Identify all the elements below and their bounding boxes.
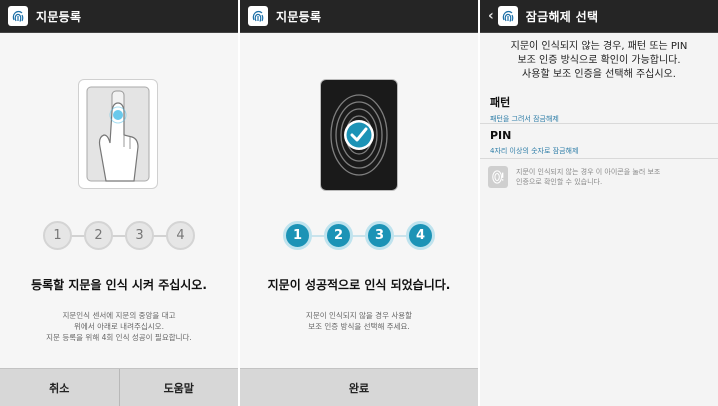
step-3: 3 [365,221,394,250]
unlock-method-screen: ‹ 잠금해제 선택 지문이 인식되지 않는 경우, 패턴 또는 PIN 보조 인… [480,0,718,406]
success-subtext: 지문이 인식되지 않을 경우 사용할 보조 인증 방식을 선택해 주세요. [250,310,468,332]
step-2: 2 [324,221,353,250]
finger-swipe-illustration [78,79,158,189]
bottom-button-bar: 취소 도움말 [0,368,238,406]
instruction-subtext: 지문인식 센서에 지문의 중앙을 대고 위에서 아래로 내려주십시오. 지문 등… [10,310,228,343]
instruction-headline: 등록할 지문을 인식 시켜 주십시오. [31,278,207,292]
subtext-line: 보조 인증 방식을 선택해 주세요. [308,322,410,331]
step-connector [57,235,181,237]
app-bar: 지문등록 [240,0,478,33]
subtext-line: 지문인식 센서에 지문의 중앙을 대고 [62,311,176,320]
app-bar: 지문등록 [0,0,238,33]
page-title: 지문등록 [36,9,82,24]
app-bar: ‹ 잠금해제 선택 [480,0,718,33]
page-title: 지문등록 [276,9,322,24]
subtext-line: 위에서 아래로 내려주십시오. [74,322,164,331]
step-4: 4 [406,221,435,250]
fingerprint-help-note: 지문이 인식되지 않는 경우 이 아이콘을 눌러 보조 인증으로 확인할 수 있… [488,166,710,188]
note-line: 지문이 인식되지 않는 경우 이 아이콘을 눌러 보조 [516,168,661,176]
option-subtitle: 4자리 이상의 숫자로 잠금해제 [490,147,579,155]
cancel-button[interactable]: 취소 [0,369,119,406]
success-headline: 지문이 성공적으로 인식 되었습니다. [267,278,451,292]
list-divider [480,123,718,124]
description-line: 사용할 보조 인증을 선택해 주십시오. [522,69,676,80]
subtext-line: 지문이 인식되지 않을 경우 사용할 [305,311,413,320]
fingerprint-app-icon [248,6,268,26]
fingerprint-app-icon[interactable] [497,6,518,26]
fingerprint-success-illustration [320,79,398,191]
fingerprint-check-icon [330,94,388,176]
fingerprint-app-icon [8,6,28,26]
finger-swipe-icon [86,86,150,182]
help-note-text: 지문이 인식되지 않는 경우 이 아이콘을 눌러 보조 인증으로 확인할 수 있… [516,167,660,187]
done-button[interactable]: 완료 [240,369,478,406]
fingerprint-register-screen-2: 지문등록 1 2 3 4 지문이 성공적으로 인식 되었습니다. 지문이 인식되… [240,0,478,406]
step-3: 3 [125,221,154,250]
description-line: 보조 인증 방식으로 확인이 가능합니다. [517,55,681,66]
help-button[interactable]: 도움말 [118,369,239,406]
subtext-line: 지문 등록을 위해 4회 인식 성공이 필요합니다. [46,333,192,342]
note-line: 인증으로 확인할 수 있습니다. [516,178,603,186]
step-1: 1 [283,221,312,250]
step-connector [297,235,421,237]
step-4: 4 [166,221,195,250]
option-pattern[interactable]: 패턴 패턴을 그려서 잠금해제 [480,94,718,124]
option-title: 패턴 [490,96,511,109]
option-pin[interactable]: PIN 4자리 이상의 숫자로 잠금해제 [480,129,718,156]
step-1: 1 [43,221,72,250]
list-divider [480,158,718,159]
fingerprint-register-screen-1: 지문등록 1 2 3 4 등록할 지문을 인식 시켜 주십시오. 지문인식 센서… [0,0,238,406]
option-title: PIN [490,129,512,142]
unlock-description: 지문이 인식되지 않는 경우, 패턴 또는 PIN 보조 인증 방식으로 확인이… [488,40,710,82]
bottom-button-bar: 완료 [240,368,478,406]
page-title: 잠금해제 선택 [525,9,599,24]
step-indicator: 1 2 3 4 [43,221,195,251]
description-line: 지문이 인식되지 않는 경우, 패턴 또는 PIN [510,41,688,52]
step-2: 2 [84,221,113,250]
back-chevron-icon[interactable]: ‹ [488,8,494,24]
step-indicator: 1 2 3 4 [283,221,435,251]
fingerprint-alert-icon[interactable] [488,166,508,188]
